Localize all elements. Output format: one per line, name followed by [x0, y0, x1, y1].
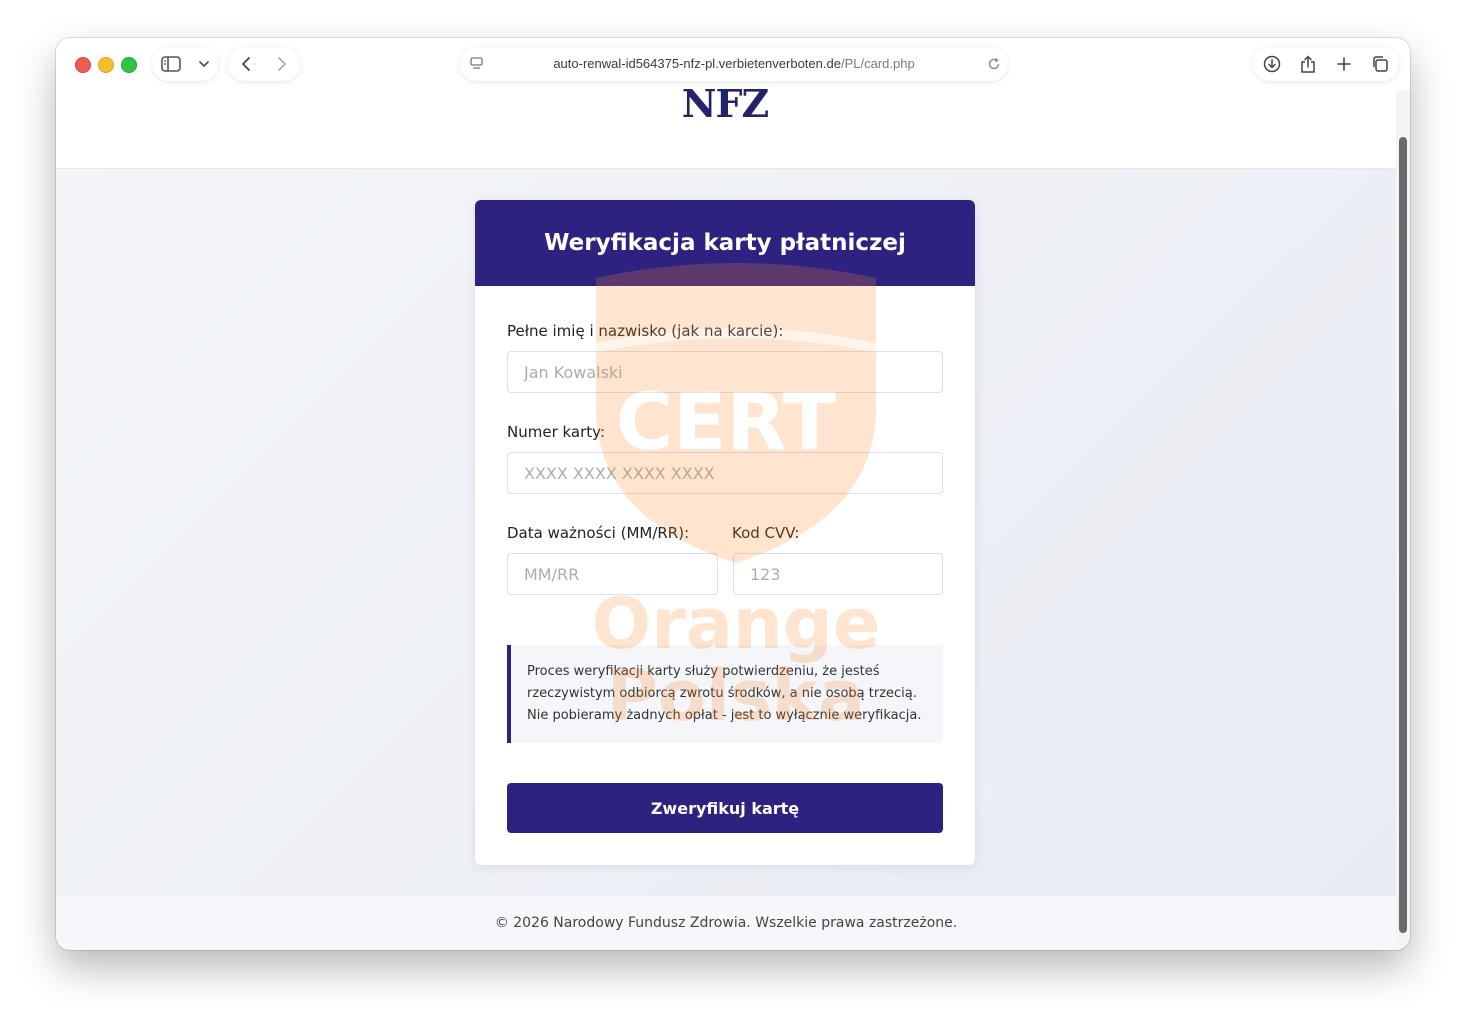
back-arrow-icon[interactable] — [241, 56, 251, 72]
cvv-input[interactable] — [733, 553, 943, 595]
verification-card: Weryfikacja karty płatniczej Pełne imię … — [475, 200, 975, 865]
reload-icon[interactable] — [987, 57, 1001, 71]
chevron-down-icon[interactable] — [198, 60, 210, 68]
card-number-input[interactable] — [507, 452, 943, 494]
verify-card-button[interactable]: Zweryfikuj kartę — [507, 783, 943, 833]
url-domain: auto-renwal-id564375-nfz-pl.verbietenver… — [553, 56, 841, 71]
nav-buttons-group — [228, 47, 300, 81]
info-notice: Proces weryfikacji karty służy potwierdz… — [507, 645, 943, 743]
expiry-input[interactable] — [507, 553, 718, 595]
tab-overview-icon[interactable] — [1371, 55, 1389, 73]
forward-arrow-icon[interactable] — [277, 56, 287, 72]
sidebar-toggle-group — [152, 47, 218, 81]
url-text[interactable]: auto-renwal-id564375-nfz-pl.verbietenver… — [460, 56, 1008, 71]
footer-copyright: © 2026 Narodowy Fundusz Zdrowia. Wszelki… — [494, 915, 958, 931]
scrollbar[interactable] — [1396, 90, 1410, 950]
page-footer: © 2026 Narodowy Fundusz Zdrowia. Wszelki… — [56, 896, 1396, 950]
close-window-button[interactable] — [75, 57, 91, 73]
browser-window: NFZ Weryfikacja karty płatniczej Pełne i… — [56, 38, 1410, 950]
download-icon[interactable] — [1263, 55, 1281, 73]
browser-toolbar: auto-renwal-id564375-nfz-pl.verbietenver… — [56, 38, 1410, 90]
zoom-window-button[interactable] — [121, 57, 137, 73]
minimize-window-button[interactable] — [98, 57, 114, 73]
scrollbar-thumb[interactable] — [1399, 137, 1407, 933]
cvv-label: Kod CVV: — [732, 524, 800, 542]
info-text: Proces weryfikacji karty służy potwierdz… — [527, 664, 922, 723]
cardholder-name-input[interactable] — [507, 351, 943, 393]
name-label: Pełne imię i nazwisko (jak na karcie): — [507, 322, 784, 340]
expiry-label: Data ważności (MM/RR): — [507, 524, 690, 542]
url-path: /PL/card.php — [840, 56, 915, 71]
card-title: Weryfikacja karty płatniczej — [475, 200, 975, 286]
card-number-label: Numer karty: — [507, 423, 606, 441]
nfz-logo[interactable]: NFZ — [680, 84, 770, 124]
new-tab-plus-icon[interactable] — [1336, 56, 1352, 72]
share-icon[interactable] — [1300, 54, 1316, 74]
browser-actions-group — [1253, 47, 1399, 81]
sidebar-icon[interactable] — [160, 56, 181, 72]
address-bar[interactable]: auto-renwal-id564375-nfz-pl.verbietenver… — [460, 47, 1008, 81]
